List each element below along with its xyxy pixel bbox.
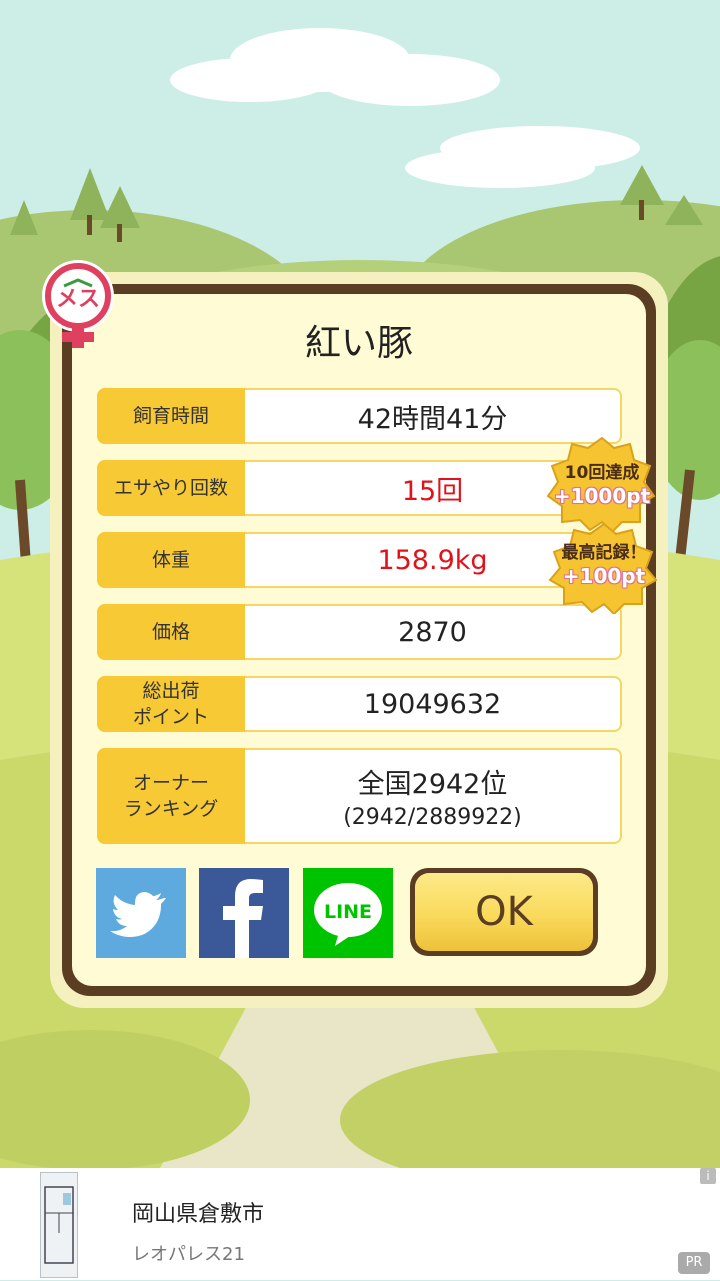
ad-info-icon[interactable]: i <box>700 1168 716 1184</box>
ad-title[interactable]: 岡山県倉敷市 <box>132 1196 264 1228</box>
achievement-badge-feed: 10回達成 +1000pt <box>546 436 658 532</box>
ad-floorplan-image[interactable] <box>40 1172 78 1278</box>
stat-row-shipping-points: 総出荷 ポイント 19049632 <box>97 676 622 732</box>
ad-pr-badge: PR <box>678 1252 710 1274</box>
stat-value: 42時間41分 <box>245 390 620 442</box>
stat-label: 総出荷 ポイント <box>97 676 245 732</box>
stat-value: 全国2942位 (2942/2889922) <box>245 750 620 842</box>
badge-title: 最高記録！ <box>561 543 647 563</box>
line-label: LINE <box>324 901 372 923</box>
line-icon: LINE <box>314 883 382 946</box>
ok-button-label: OK <box>415 873 593 951</box>
ok-button[interactable]: OK <box>410 868 598 956</box>
stat-label: エサやり回数 <box>97 460 245 516</box>
badge-title: 10回達成 <box>564 463 640 483</box>
gender-label: メス <box>56 287 100 312</box>
stat-label-text: オーナー ランキング <box>123 772 219 820</box>
ranking-value: 全国2942位 <box>357 769 508 800</box>
twitter-bird-icon <box>110 892 166 937</box>
twitter-share-button[interactable] <box>96 868 186 958</box>
stat-row-price: 価格 2870 <box>97 604 622 660</box>
stat-value: 19049632 <box>245 678 620 730</box>
stat-row-weight: 体重 158.9kg <box>97 532 622 588</box>
female-gender-icon: メス <box>34 258 122 350</box>
stat-row-feeding-time: 飼育時間 42時間41分 <box>97 388 622 444</box>
ad-banner[interactable] <box>0 1168 720 1280</box>
stat-label: 飼育時間 <box>97 388 245 444</box>
line-share-button[interactable]: LINE <box>303 868 393 958</box>
ad-subtitle[interactable]: レオパレス21 <box>132 1240 245 1266</box>
stat-row-owner-ranking: オーナー ランキング 全国2942位 (2942/2889922) <box>97 748 622 844</box>
facebook-share-button[interactable] <box>199 868 289 958</box>
stat-label-text: 総出荷 ポイント <box>132 680 209 728</box>
pig-name-title: 紅い豚 <box>304 323 413 364</box>
stat-label: 価格 <box>97 604 245 660</box>
badge-points: +1000pt <box>553 484 651 508</box>
stat-row-feed-count: エサやり回数 15回 <box>97 460 622 516</box>
facebook-f-icon <box>223 879 263 958</box>
badge-points: +100pt <box>562 564 646 588</box>
stat-label: 体重 <box>97 532 245 588</box>
achievement-badge-weight: 最高記録！ +100pt <box>548 522 660 614</box>
stat-label: オーナー ランキング <box>97 748 245 844</box>
ranking-detail: (2942/2889922) <box>343 805 522 830</box>
